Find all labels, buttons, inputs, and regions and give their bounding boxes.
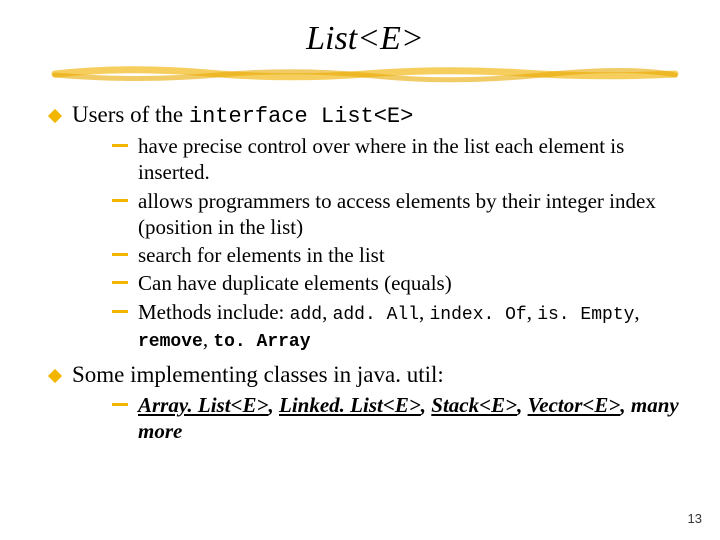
- sub-text: search for elements in the list: [138, 242, 385, 268]
- dash-icon: [112, 310, 128, 313]
- sub-text: Can have duplicate elements (equals): [138, 270, 452, 296]
- methods-prefix: Methods include:: [138, 300, 290, 324]
- method-name: remove: [138, 332, 203, 352]
- sub-text: have precise control over where in the l…: [138, 133, 680, 186]
- impl-class: Array. List<E>: [138, 393, 269, 417]
- list-item: Can have duplicate elements (equals): [112, 270, 680, 296]
- impl-class: Linked. List<E>: [279, 393, 421, 417]
- diamond-icon: [48, 109, 62, 123]
- impl-class: Vector<E>: [528, 393, 621, 417]
- list-item-impl: Array. List<E>, Linked. List<E>, Stack<E…: [112, 392, 680, 445]
- dash-icon: [112, 281, 128, 284]
- list-item: have precise control over where in the l…: [112, 133, 680, 186]
- methods-line: Methods include: add, add. All, index. O…: [138, 299, 680, 354]
- list-item: search for elements in the list: [112, 242, 680, 268]
- list-item-methods: Methods include: add, add. All, index. O…: [112, 299, 680, 354]
- bullet-users-text: Users of the interface List<E>: [72, 102, 413, 127]
- method-name: add. All: [333, 305, 419, 325]
- title-underline: [50, 64, 680, 84]
- method-name: is. Empty: [537, 305, 634, 325]
- bullet-users: Users of the interface List<E>: [50, 102, 680, 129]
- dash-icon: [112, 253, 128, 256]
- dash-icon: [112, 144, 128, 147]
- bullet-users-prefix: Users of the: [72, 102, 189, 127]
- sub-text: allows programmers to access elements by…: [138, 188, 680, 241]
- impl-classes-line: Array. List<E>, Linked. List<E>, Stack<E…: [138, 392, 680, 445]
- slide: List<E> Users of the interface List<E> h…: [0, 0, 720, 466]
- list-item: allows programmers to access elements by…: [112, 188, 680, 241]
- bullet-impl-text: Some implementing classes in java. util:: [72, 362, 444, 387]
- sub-bullets-2: Array. List<E>, Linked. List<E>, Stack<E…: [112, 392, 680, 445]
- method-name: index. Of: [429, 305, 526, 325]
- dash-icon: [112, 199, 128, 202]
- method-name: add: [290, 305, 322, 325]
- method-name: to. Array: [213, 332, 310, 352]
- bullet-users-code: interface List<E>: [189, 104, 413, 129]
- diamond-icon: [48, 368, 62, 382]
- slide-title: List<E>: [50, 20, 680, 58]
- impl-class: Stack<E>: [431, 393, 517, 417]
- sub-bullets-1: have precise control over where in the l…: [112, 133, 680, 354]
- dash-icon: [112, 403, 128, 406]
- bullet-impl: Some implementing classes in java. util:: [50, 362, 680, 388]
- page-number: 13: [688, 511, 702, 526]
